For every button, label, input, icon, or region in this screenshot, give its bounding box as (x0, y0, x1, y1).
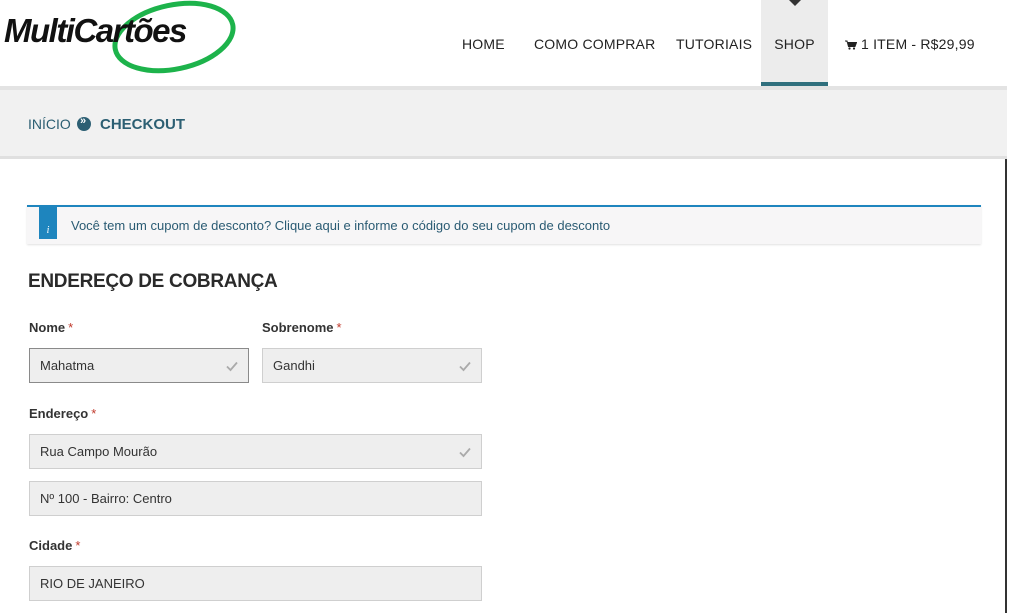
required-mark: * (91, 406, 97, 421)
breadcrumb-separator-icon (77, 115, 91, 131)
required-mark: * (336, 320, 342, 335)
first-name-input[interactable] (30, 349, 248, 382)
billing-title: ENDEREÇO DE COBRANÇA (28, 271, 278, 292)
nav-shop[interactable]: SHOP (761, 0, 828, 86)
coupon-link[interactable]: Você tem um cupom de desconto? Clique aq… (71, 218, 610, 233)
city-label: Cidade * (29, 538, 81, 553)
check-icon (226, 361, 238, 372)
first-name-field[interactable] (29, 348, 249, 383)
breadcrumb: INÍCIO CHECKOUT (0, 90, 1007, 159)
address-label: Endereço * (29, 406, 97, 421)
logo[interactable]: MultiCartões (2, 0, 242, 80)
first-name-label: Nome * (29, 320, 74, 335)
address-line2-input[interactable] (30, 482, 481, 515)
cart-label: 1 ITEM - R$29,99 (861, 36, 975, 52)
logo-text: MultiCartões (4, 12, 187, 49)
last-name-field[interactable] (262, 348, 482, 383)
address-line1-input[interactable] (30, 435, 481, 468)
address-line1-field[interactable] (29, 434, 482, 469)
info-icon: i (39, 207, 57, 239)
nav-tutoriais[interactable]: TUTORIAIS (676, 0, 752, 86)
cart-icon (845, 40, 857, 50)
last-name-input[interactable] (263, 349, 481, 382)
nav-como-comprar[interactable]: COMO COMPRAR (534, 0, 655, 86)
check-icon (459, 361, 471, 372)
address-line2-field[interactable] (29, 481, 482, 516)
site-header: MultiCartões HOME COMO COMPRAR TUTORIAIS… (0, 0, 1007, 90)
city-input[interactable] (30, 567, 481, 600)
breadcrumb-home[interactable]: INÍCIO (28, 116, 71, 132)
breadcrumb-current: CHECKOUT (100, 116, 185, 133)
coupon-notice: i Você tem um cupom de desconto? Clique … (27, 205, 981, 244)
check-icon (459, 447, 471, 458)
city-field[interactable] (29, 566, 482, 601)
nav-home[interactable]: HOME (462, 0, 505, 86)
required-mark: * (68, 320, 74, 335)
required-mark: * (75, 538, 81, 553)
last-name-label: Sobrenome * (262, 320, 342, 335)
nav-cart[interactable]: 1 ITEM - R$29,99 (845, 0, 975, 86)
